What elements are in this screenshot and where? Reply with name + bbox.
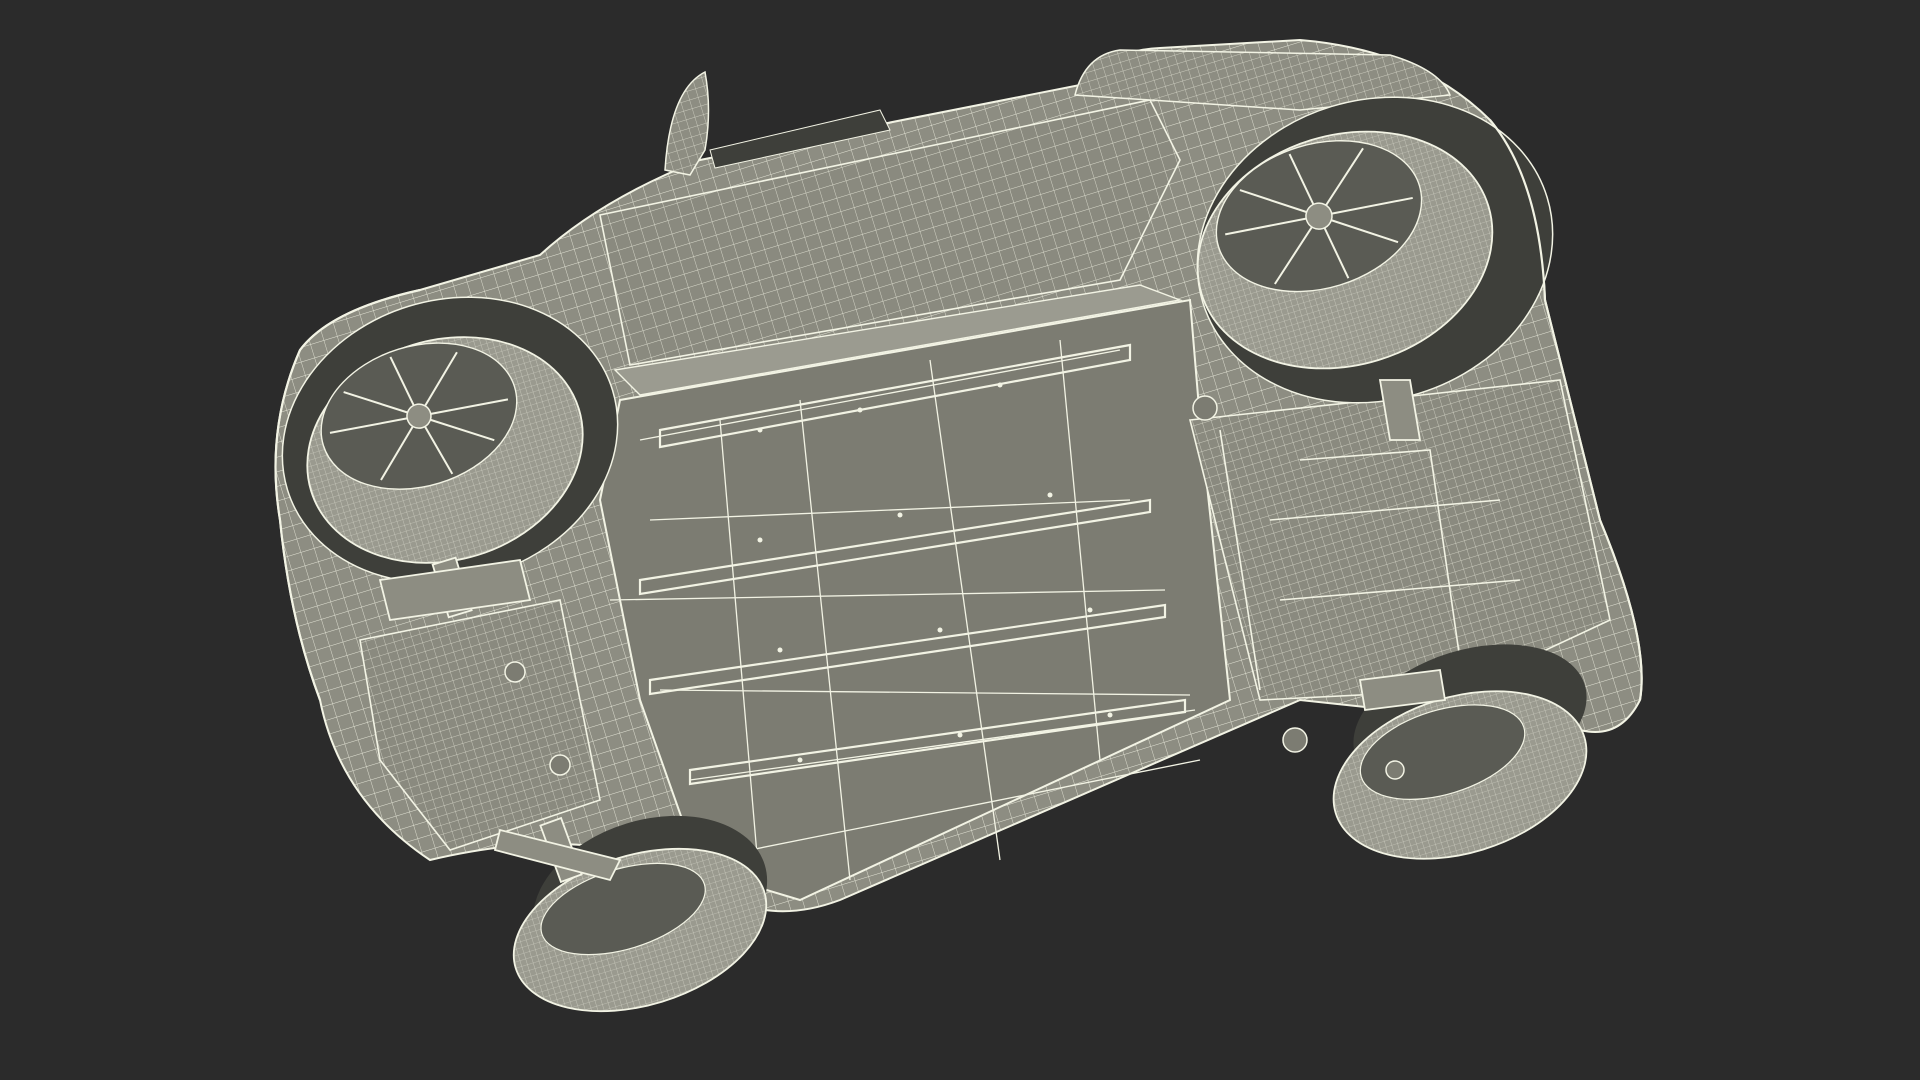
car-wireframe-render — [0, 0, 1920, 1080]
render-viewport — [0, 0, 1920, 1080]
